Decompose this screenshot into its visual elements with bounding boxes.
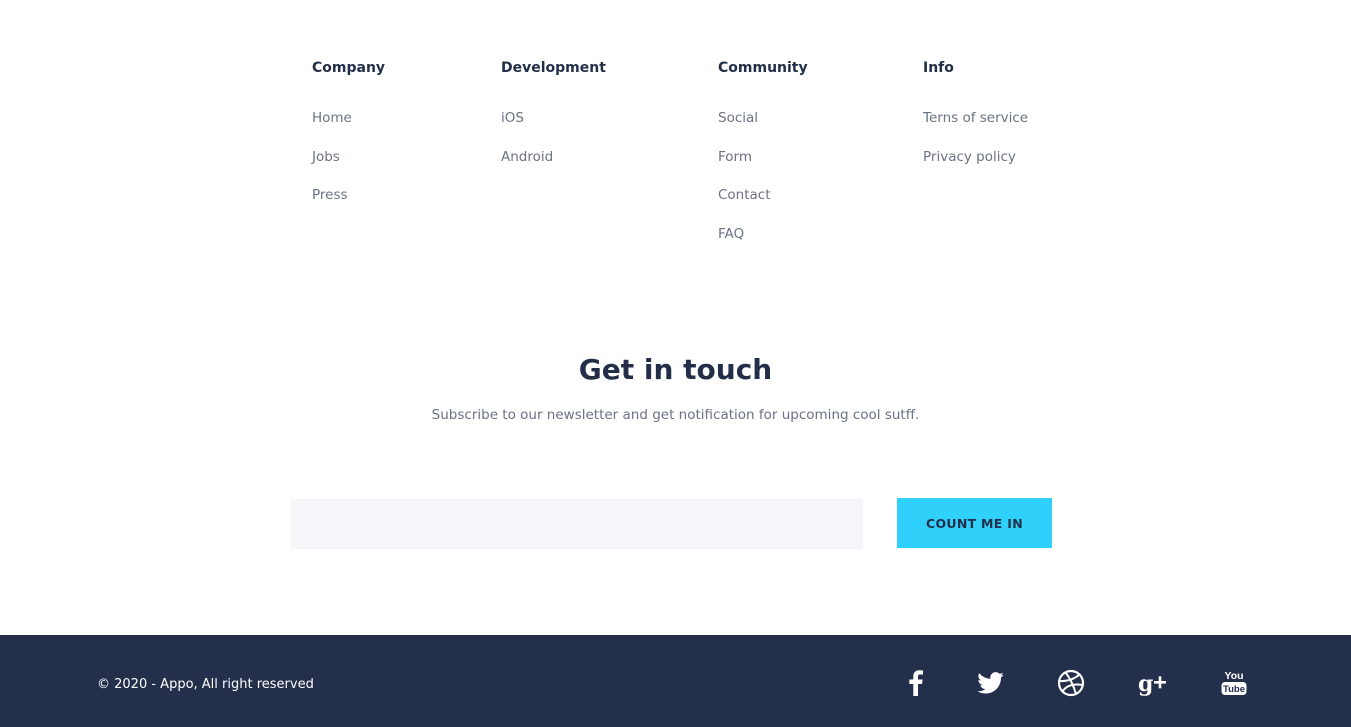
subscribe-button[interactable]: COUNT ME IN: [897, 498, 1052, 548]
link-ios[interactable]: iOS: [501, 110, 606, 127]
link-terms-of-service[interactable]: Terns of service: [923, 110, 1028, 127]
youtube-icon[interactable]: You Tube: [1219, 668, 1249, 698]
twitter-icon[interactable]: [975, 668, 1005, 698]
link-press[interactable]: Press: [312, 187, 385, 204]
column-title: Community: [718, 60, 808, 76]
link-social[interactable]: Social: [718, 110, 808, 127]
svg-text:g: g: [1138, 671, 1153, 696]
google-plus-icon[interactable]: g: [1137, 668, 1169, 698]
link-android[interactable]: Android: [501, 149, 606, 166]
facebook-icon[interactable]: [902, 668, 930, 698]
column-community: Community Social Form Contact FAQ: [718, 60, 808, 264]
column-title: Development: [501, 60, 606, 76]
dribbble-icon[interactable]: [1056, 668, 1086, 698]
svg-text:You: You: [1224, 670, 1243, 682]
email-field[interactable]: [291, 499, 863, 549]
column-development: Development iOS Android: [501, 60, 606, 187]
link-list: Social Form Contact FAQ: [718, 110, 808, 243]
column-title: Info: [923, 60, 954, 76]
svg-text:Tube: Tube: [1223, 684, 1245, 695]
newsletter-section: Get in touch Subscribe to our newsletter…: [0, 352, 1351, 424]
footer-links: Company Home Jobs Press Development iOS …: [0, 0, 1351, 300]
link-contact[interactable]: Contact: [718, 187, 808, 204]
link-privacy-policy[interactable]: Privacy policy: [923, 149, 1028, 166]
column-title: Company: [312, 60, 386, 76]
link-faq[interactable]: FAQ: [718, 226, 808, 243]
link-list: Home Jobs Press: [312, 110, 385, 204]
copyright-text: © 2020 - Appo, All right reserved: [97, 677, 314, 692]
newsletter-subtitle: Subscribe to our newsletter and get noti…: [431, 407, 920, 423]
page: Company Home Jobs Press Development iOS …: [0, 0, 1351, 727]
column-company: Company Home Jobs Press: [312, 60, 385, 226]
link-home[interactable]: Home: [312, 110, 385, 127]
link-list: Terns of service Privacy policy: [923, 110, 1028, 166]
link-form[interactable]: Form: [718, 149, 808, 166]
column-info: Info Terns of service Privacy policy: [923, 60, 1028, 187]
link-jobs[interactable]: Jobs: [312, 149, 385, 166]
link-list: iOS Android: [501, 110, 606, 166]
bottom-bar: © 2020 - Appo, All right reserved g You …: [0, 635, 1351, 727]
newsletter-title: Get in touch: [578, 353, 773, 386]
